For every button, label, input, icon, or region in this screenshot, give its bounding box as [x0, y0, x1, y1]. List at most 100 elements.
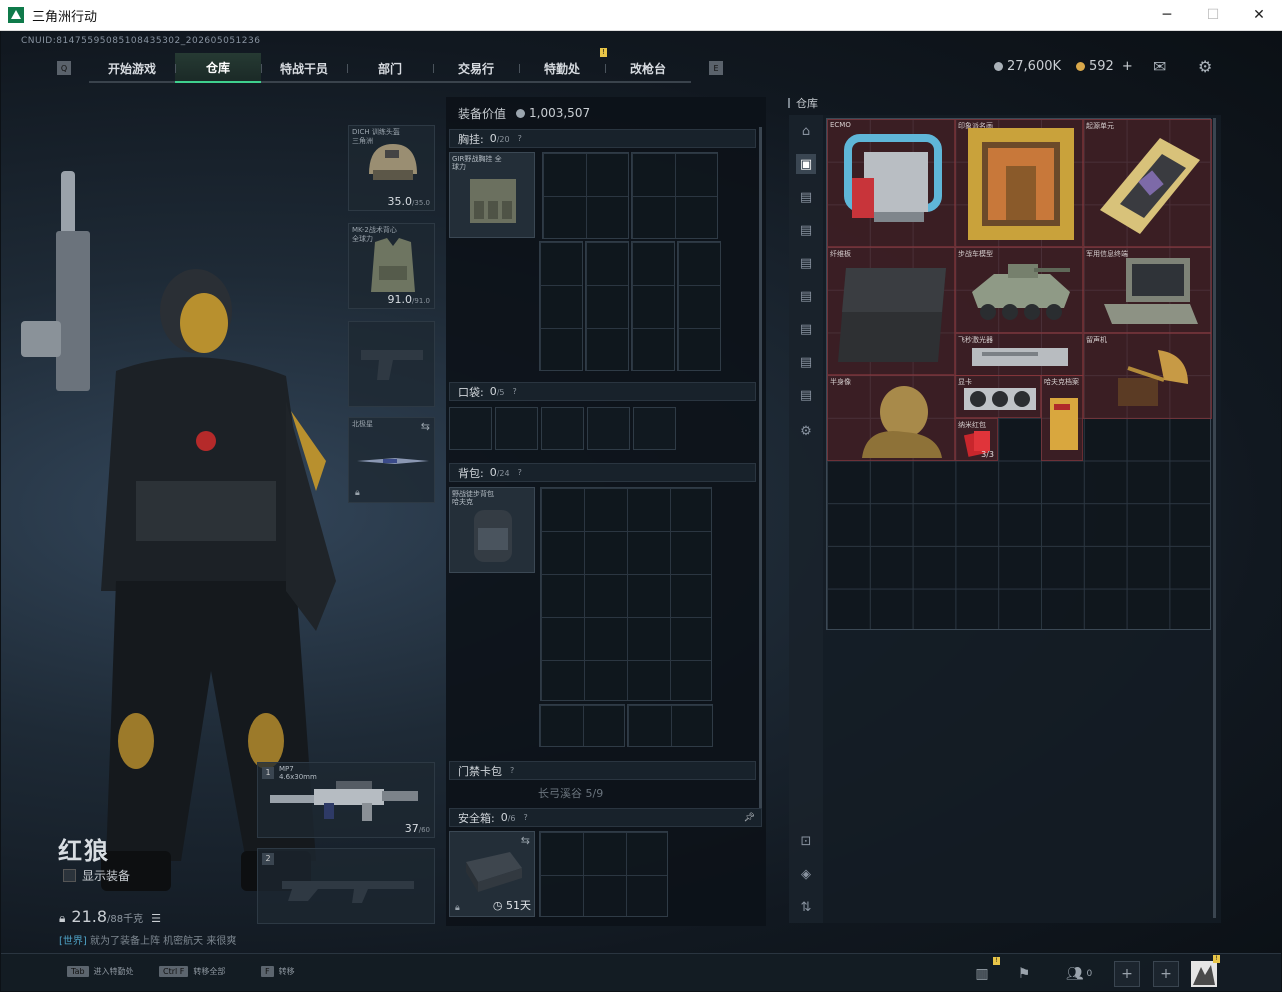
- chest-rig-cell[interactable]: [631, 241, 675, 371]
- stash-item-fiber-board[interactable]: 纤维板: [827, 247, 955, 375]
- stash-page-3-icon[interactable]: ▤: [796, 220, 816, 240]
- melee-lock-icon: 🔒︎: [355, 488, 360, 498]
- archive-image: [1050, 398, 1078, 450]
- chest-rig-cell[interactable]: [585, 241, 629, 371]
- pocket-cell[interactable]: [587, 407, 630, 450]
- chest-rig-item[interactable]: GIR野战胸挂 全球力: [449, 152, 535, 238]
- chat-message[interactable]: [世界] 就为了装备上阵 机密航天 来很爽: [59, 932, 236, 947]
- tab-special-ops[interactable]: 特勤处: [519, 53, 605, 83]
- backpack-cell[interactable]: [627, 704, 713, 747]
- keycard-location: 长弓溪谷 5/9: [538, 787, 604, 800]
- close-button[interactable]: ✕: [1236, 0, 1282, 30]
- maximize-button[interactable]: ☐: [1190, 0, 1236, 30]
- pocket-cell[interactable]: [495, 407, 538, 450]
- pocket-header: 口袋: 0/5 ?: [449, 382, 756, 401]
- secondary-weapon-slot[interactable]: 2: [257, 848, 435, 924]
- stash-item-origin-unit[interactable]: 起源单元: [1083, 119, 1212, 247]
- add-teammate-button[interactable]: +: [1153, 961, 1179, 987]
- backpack-help-icon[interactable]: ?: [518, 468, 522, 477]
- pocket-cell[interactable]: [449, 407, 492, 450]
- pocket-cell[interactable]: [633, 407, 676, 450]
- stash-item-haavk-archive[interactable]: 哈夫克档案: [1041, 375, 1083, 461]
- hint-enter-special-ops[interactable]: Tab 进入特勤处: [67, 966, 134, 977]
- secondary-slot-number: 2: [262, 853, 274, 865]
- chest-rig-cell[interactable]: [631, 152, 718, 239]
- mail-icon[interactable]: ✉: [1153, 57, 1166, 76]
- safebox-lock-icon: 🔒︎: [455, 903, 460, 913]
- keycard-help-icon[interactable]: ?: [510, 766, 514, 775]
- show-equipment-toggle[interactable]: 显示装备: [63, 867, 130, 884]
- nav-next-key-icon[interactable]: E: [709, 61, 723, 75]
- tab-start-game[interactable]: 开始游戏: [89, 53, 175, 83]
- stash-item-military-terminal[interactable]: 军用信息终端: [1083, 247, 1212, 333]
- tab-department[interactable]: 部门: [347, 53, 433, 83]
- stash-page-7-icon[interactable]: ▤: [796, 352, 816, 372]
- stash-item-ifv-model[interactable]: 步战车模型: [955, 247, 1083, 333]
- safebox-pin-icon[interactable]: 📌︎: [744, 813, 755, 823]
- stash-item-bust[interactable]: 半身像: [827, 375, 955, 461]
- stash-page-6-icon[interactable]: ▤: [796, 319, 816, 339]
- silver-coin-icon: [994, 62, 1003, 71]
- tab-gunsmith[interactable]: 改枪台: [605, 53, 691, 83]
- stash-item-femtosecond-laser[interactable]: 飞秒激光器: [955, 333, 1083, 376]
- keycard-title: 门禁卡包: [458, 764, 502, 778]
- silver-amount: 27,600K: [1007, 59, 1062, 74]
- loadout-scrollbar[interactable]: [759, 127, 762, 827]
- primary-weapon-slot[interactable]: 1 MP7 4.6x30mm 37/60: [257, 762, 435, 838]
- app-logo-icon: [8, 7, 24, 23]
- pocket-cell[interactable]: [541, 407, 584, 450]
- notification-badge: !: [600, 48, 607, 57]
- stash-home-icon[interactable]: ⌂: [796, 121, 816, 141]
- stash-filter-icon[interactable]: ⇅: [796, 897, 816, 917]
- helmet-slot[interactable]: DICH 训练头盔 三角洲 35.0/35.0: [348, 125, 435, 211]
- friends-button[interactable]: 👥︎ 0: [1059, 961, 1099, 987]
- settings-gear-icon[interactable]: ⚙: [1198, 57, 1212, 76]
- stash-item-red-envelope[interactable]: 纳米红包 3/3: [955, 418, 998, 461]
- armor-slot[interactable]: MK-2战术背心 全球力 91.0/91.0: [348, 223, 435, 309]
- add-currency-button[interactable]: +: [1122, 59, 1133, 74]
- safebox-grid[interactable]: [539, 831, 668, 917]
- flag-icon[interactable]: ⚑: [1011, 961, 1037, 987]
- backpack-item[interactable]: 野战徒步背包 哈夫克: [449, 487, 535, 573]
- chest-rig-cell[interactable]: [677, 241, 721, 371]
- swap-icon[interactable]: ⇆: [421, 420, 430, 433]
- stash-item-ecmo[interactable]: ECMO: [827, 119, 955, 247]
- backpack-grid[interactable]: [540, 487, 712, 701]
- tab-market[interactable]: 交易行: [433, 53, 519, 83]
- stash-item-graphics-card[interactable]: 显卡: [955, 375, 1041, 418]
- stash-item-phonograph[interactable]: 留声机: [1083, 333, 1212, 419]
- player-avatar[interactable]: [1191, 961, 1217, 987]
- pistol-placeholder-icon: [361, 350, 423, 380]
- stash-page-2-icon[interactable]: ▤: [796, 187, 816, 207]
- show-equipment-checkbox[interactable]: [63, 869, 76, 882]
- safebox-help-icon[interactable]: ?: [524, 813, 528, 822]
- tab-warehouse[interactable]: 仓库: [175, 53, 261, 83]
- backpack-cell[interactable]: [539, 704, 625, 747]
- stash-page-5-icon[interactable]: ▤: [796, 286, 816, 306]
- stats-chart-icon[interactable]: ▥: [969, 961, 995, 987]
- hint-transfer-all[interactable]: Ctrl F 转移全部: [159, 966, 225, 977]
- minimize-button[interactable]: ─: [1144, 0, 1190, 30]
- nav-prev-key-icon[interactable]: Q: [57, 61, 71, 75]
- chest-rig-cell[interactable]: [542, 152, 629, 239]
- stash-settings-icon[interactable]: ⚙: [796, 421, 816, 441]
- melee-slot[interactable]: 北极星 ⇆ 🔒︎: [348, 417, 435, 503]
- chest-rig-help-icon[interactable]: ?: [518, 134, 522, 143]
- chest-rig-cell[interactable]: [539, 241, 583, 371]
- safebox-item[interactable]: ⇆ 🔒︎ ◷ 51天: [449, 831, 535, 917]
- stash-layers-icon[interactable]: ◈: [796, 864, 816, 884]
- hint-transfer[interactable]: F 转移: [261, 966, 295, 977]
- stash-item-painting[interactable]: 印象派名画: [955, 119, 1083, 247]
- stash-sort-icon[interactable]: ⊡: [796, 831, 816, 851]
- safebox-swap-icon[interactable]: ⇆: [521, 834, 530, 847]
- pocket-help-icon[interactable]: ?: [513, 387, 517, 396]
- stash-grid[interactable]: ECMO 印象派名画 起源单元 纤维板 步战车模型 军用信息终端 飞秒激光器 留…: [826, 118, 1212, 630]
- weight-details-icon[interactable]: ☰: [151, 912, 161, 925]
- stash-page-8-icon[interactable]: ▤: [796, 385, 816, 405]
- stash-page-4-icon[interactable]: ▤: [796, 253, 816, 273]
- stash-scrollbar[interactable]: [1213, 118, 1216, 918]
- stash-page-1-icon[interactable]: ▣: [796, 154, 816, 174]
- add-teammate-button[interactable]: +: [1114, 961, 1140, 987]
- pistol-slot[interactable]: [348, 321, 435, 407]
- tab-operators[interactable]: 特战干员: [261, 53, 347, 83]
